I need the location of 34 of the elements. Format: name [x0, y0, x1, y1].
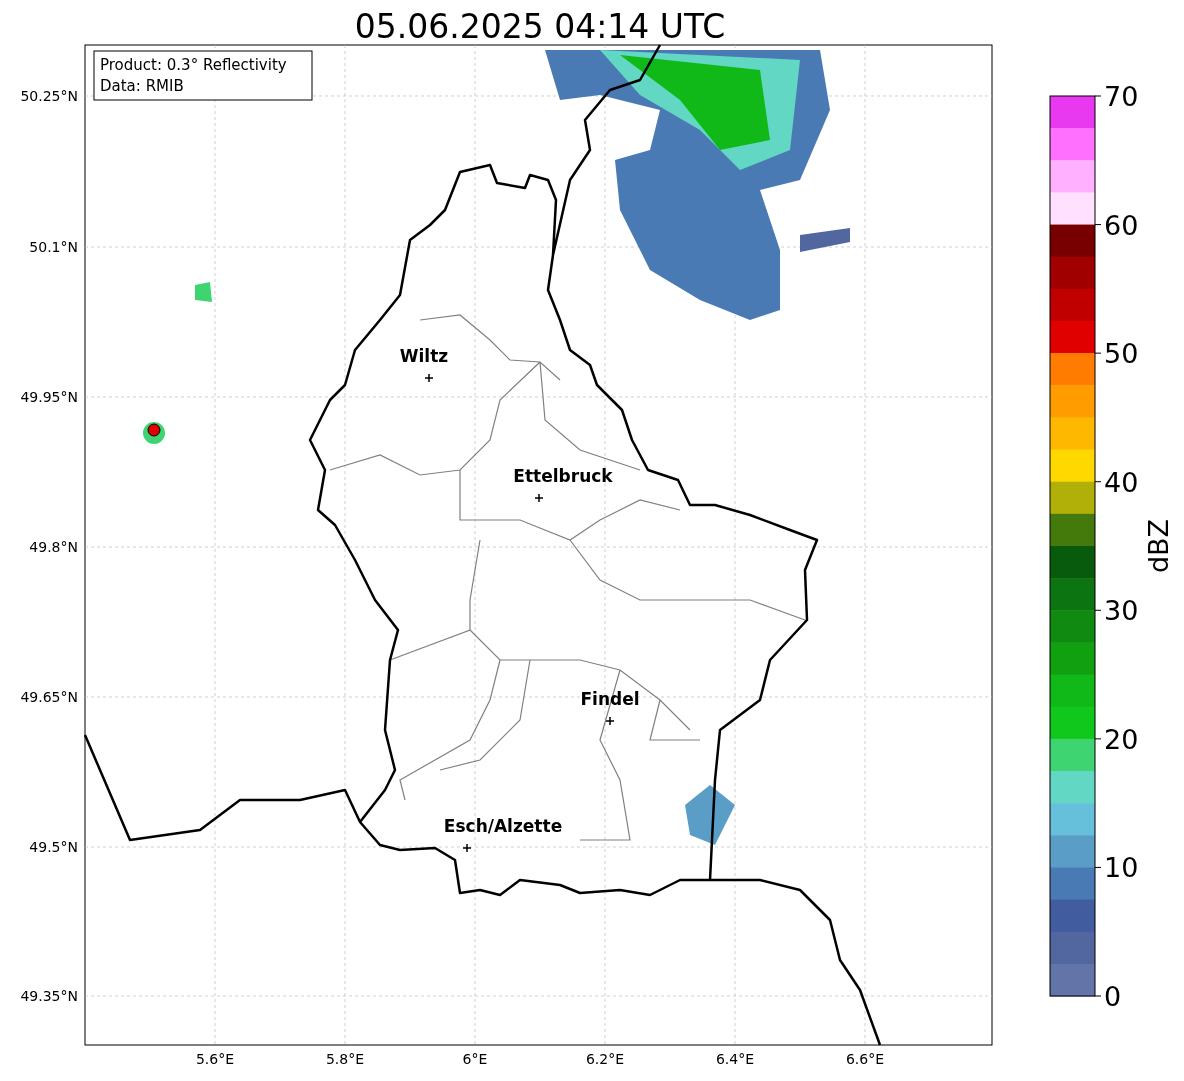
city-label: Ettelbruck: [513, 466, 613, 486]
colorbar-tick-label: 30: [1104, 595, 1139, 627]
city-marker-icon: [424, 373, 434, 383]
city-marker-icon: [462, 843, 472, 853]
colorbar-tick-label: 0: [1104, 981, 1122, 1012]
city-label: Esch/Alzette: [443, 816, 563, 836]
latitude-label: 49.95°N: [20, 389, 78, 405]
longitude-label: 5.6°E: [195, 1051, 235, 1067]
colorbar-tick-label: 40: [1104, 466, 1139, 498]
longitude-label: 6.6°E: [845, 1051, 885, 1067]
longitude-label: 6.2°E: [585, 1051, 625, 1067]
city-label: Findel: [580, 689, 640, 709]
colorbar-tick-label: 20: [1104, 723, 1139, 755]
latitude-label: 50.1°N: [29, 239, 78, 255]
map-title: 05.06.2025 04:14 UTC: [354, 7, 726, 46]
colorbar-title: dBZ: [1143, 518, 1174, 574]
colorbar-tick-label: 50: [1104, 338, 1139, 370]
longitude-label: 5.8°E: [325, 1051, 365, 1067]
latitude-label: 49.5°N: [29, 839, 78, 855]
city-label: Wiltz: [399, 346, 449, 366]
longitude-label: 6°E: [462, 1051, 488, 1067]
latitude-label: 49.8°N: [29, 539, 78, 555]
radar-site-marker: [147, 423, 161, 437]
longitude-label: 6.4°E: [715, 1051, 755, 1067]
colorbar-tick-label: 60: [1104, 209, 1139, 241]
latitude-label: 50.25°N: [20, 88, 78, 104]
latitude-label: 49.65°N: [20, 689, 78, 705]
info-text: Product: 0.3° Reflectivity: [100, 56, 287, 74]
city-marker-icon: [534, 493, 544, 503]
city-marker-icon: [605, 716, 615, 726]
colorbar-tick-label: 70: [1104, 81, 1139, 112]
info-text: Data: RMIB: [100, 77, 184, 95]
colorbar-tick-label: 10: [1104, 852, 1139, 884]
latitude-label: 49.35°N: [20, 988, 78, 1004]
